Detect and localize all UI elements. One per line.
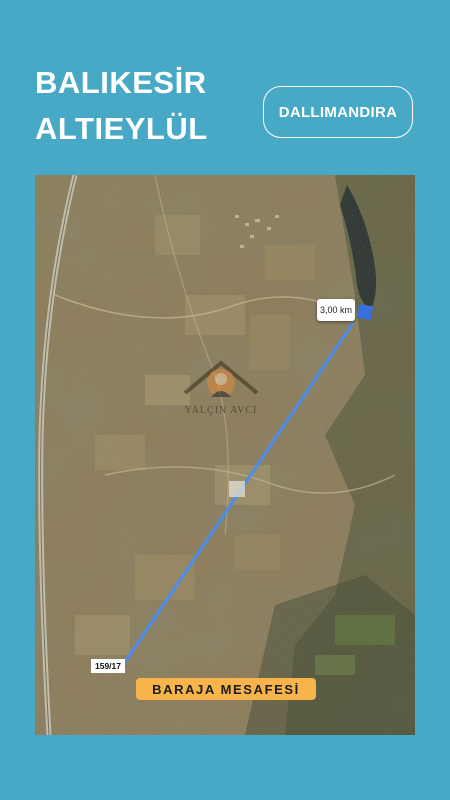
map-terrain <box>35 175 415 735</box>
location-pill[interactable]: DALLIMANDIRA <box>263 86 413 138</box>
parcel-label: 159/17 <box>91 659 125 673</box>
title-line-city: BALIKESİR <box>35 65 207 100</box>
satellite-map[interactable]: YALÇIN AVCI 3,00 km 159/17 BARAJA MESAFE… <box>35 175 415 735</box>
page-title: BALIKESİR ALTIEYLÜL <box>35 60 208 152</box>
title-line-district: ALTIEYLÜL <box>35 111 208 146</box>
square-marker <box>356 303 374 321</box>
watermark-text: YALÇIN AVCI <box>184 405 258 416</box>
dam-distance-badge: BARAJA MESAFESİ <box>136 678 316 700</box>
distance-label: 3,00 km <box>317 299 355 321</box>
